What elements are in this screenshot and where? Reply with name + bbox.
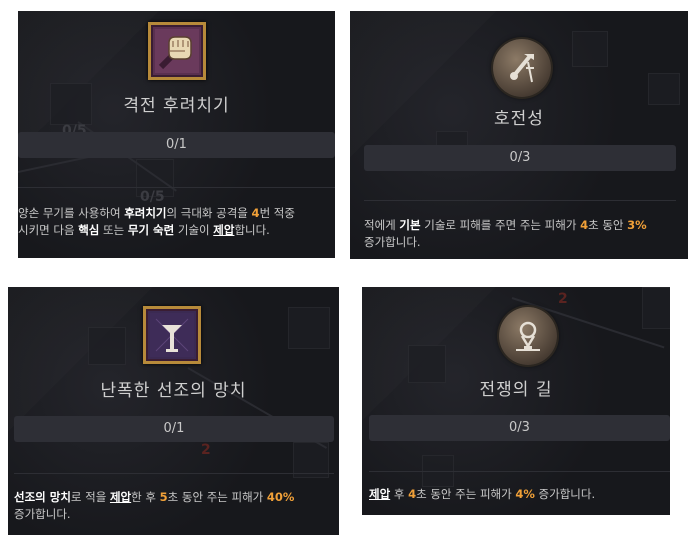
skill-title: 호전성: [494, 109, 544, 129]
divider: [18, 187, 335, 188]
bg-rank-label: 0/5: [140, 189, 165, 205]
desc-text: 초 동안: [588, 218, 628, 232]
desc-text: 시키면 다음: [18, 223, 79, 237]
desc-text: 증가합니다.: [534, 487, 596, 501]
skill-description: 적에게 기본 기술로 피해를 주면 주는 피해가 4초 동안 3% 증가합니다.: [364, 217, 684, 251]
skill-title: 난폭한 선조의 망치: [100, 381, 247, 401]
value: 3%: [627, 218, 647, 232]
bg-skill-node: [648, 73, 680, 105]
keyword: 후려치기: [124, 206, 167, 220]
desc-text: 한 후: [131, 490, 160, 504]
desc-text: 로 적을: [70, 490, 110, 504]
value: 4: [251, 206, 260, 220]
divider: [14, 473, 334, 474]
skill-description: 양손 무기를 사용하여 후려치기의 극대화 공격을 4번 적중 시키면 다음 핵…: [18, 205, 335, 239]
skill-description: 선조의 망치로 적을 제압한 후 5초 동안 주는 피해가 40% 증가합니다.: [14, 489, 339, 523]
skill-card-brawl-bash: 0/5 0/5 격전 후려치기 0/1 양손 무기를 사용하여 후려치기의 극대…: [18, 11, 335, 258]
divider: [364, 200, 676, 201]
value: 40%: [266, 490, 295, 504]
skill-card-path-of-war: 2 전쟁의 길 0/3 제압 후 4초 동안 주는 피해가 4% 증가합니다.: [362, 287, 670, 515]
rank-counter: 0/3: [364, 145, 676, 171]
keyword: 기본: [399, 218, 421, 232]
value: 4%: [515, 487, 535, 501]
war-path-icon: [499, 307, 557, 365]
bg-skill-node: [642, 287, 670, 329]
desc-text: 양손 무기를 사용하여: [18, 206, 125, 220]
desc-text: 기술이: [174, 223, 214, 237]
value: 5: [159, 490, 168, 504]
fist-icon: [148, 22, 206, 80]
keyword: 선조의 망치: [14, 490, 71, 504]
desc-text: 번 적중: [259, 206, 295, 220]
hammer-rune-icon: [493, 39, 551, 97]
divider: [369, 471, 670, 472]
skill-title: 격전 후려치기: [123, 96, 230, 116]
bg-rank-label: 2: [558, 291, 568, 307]
bg-rank-label: 2: [201, 442, 211, 458]
skill-title: 전쟁의 길: [479, 380, 553, 400]
value: 4: [408, 487, 417, 501]
desc-text: 또는: [99, 223, 128, 237]
rank-counter: 0/1: [14, 416, 334, 442]
desc-text: 합니다.: [234, 223, 270, 237]
keyword-link[interactable]: 제압: [213, 223, 234, 237]
skill-card-violent-hammer: 2 난폭한 선조의 망치 0/1 선조의 망치로 적을 제압한 후 5초 동안 …: [8, 287, 339, 535]
desc-text: 의 극대화 공격을: [166, 206, 252, 220]
desc-text: 후: [390, 487, 409, 501]
value: 4: [580, 218, 589, 232]
desc-text: 증가합니다.: [364, 235, 421, 249]
ancestral-hammer-icon: [143, 306, 201, 364]
keyword-link[interactable]: 제압: [369, 487, 390, 501]
desc-text: 초 동안 주는 피해가: [416, 487, 516, 501]
rank-counter: 0/1: [18, 132, 335, 158]
keyword: 무기 숙련: [127, 223, 175, 237]
bg-skill-node: [88, 327, 126, 365]
desc-text: 적에게: [364, 218, 400, 232]
skill-card-pit-fighter: 호전성 0/3 적에게 기본 기술로 피해를 주면 주는 피해가 4초 동안 3…: [350, 11, 688, 259]
desc-text: 초 동안 주는 피해가: [167, 490, 267, 504]
desc-text: 기술로 피해를 주면 주는 피해가: [420, 218, 581, 232]
keyword-link[interactable]: 제압: [110, 490, 131, 504]
bg-skill-node: [572, 31, 608, 67]
skill-description: 제압 후 4초 동안 주는 피해가 4% 증가합니다.: [369, 486, 670, 503]
desc-text: 증가합니다.: [14, 507, 71, 521]
keyword: 핵심: [78, 223, 100, 237]
bg-skill-node: [288, 307, 330, 349]
rank-counter: 0/3: [369, 415, 670, 441]
